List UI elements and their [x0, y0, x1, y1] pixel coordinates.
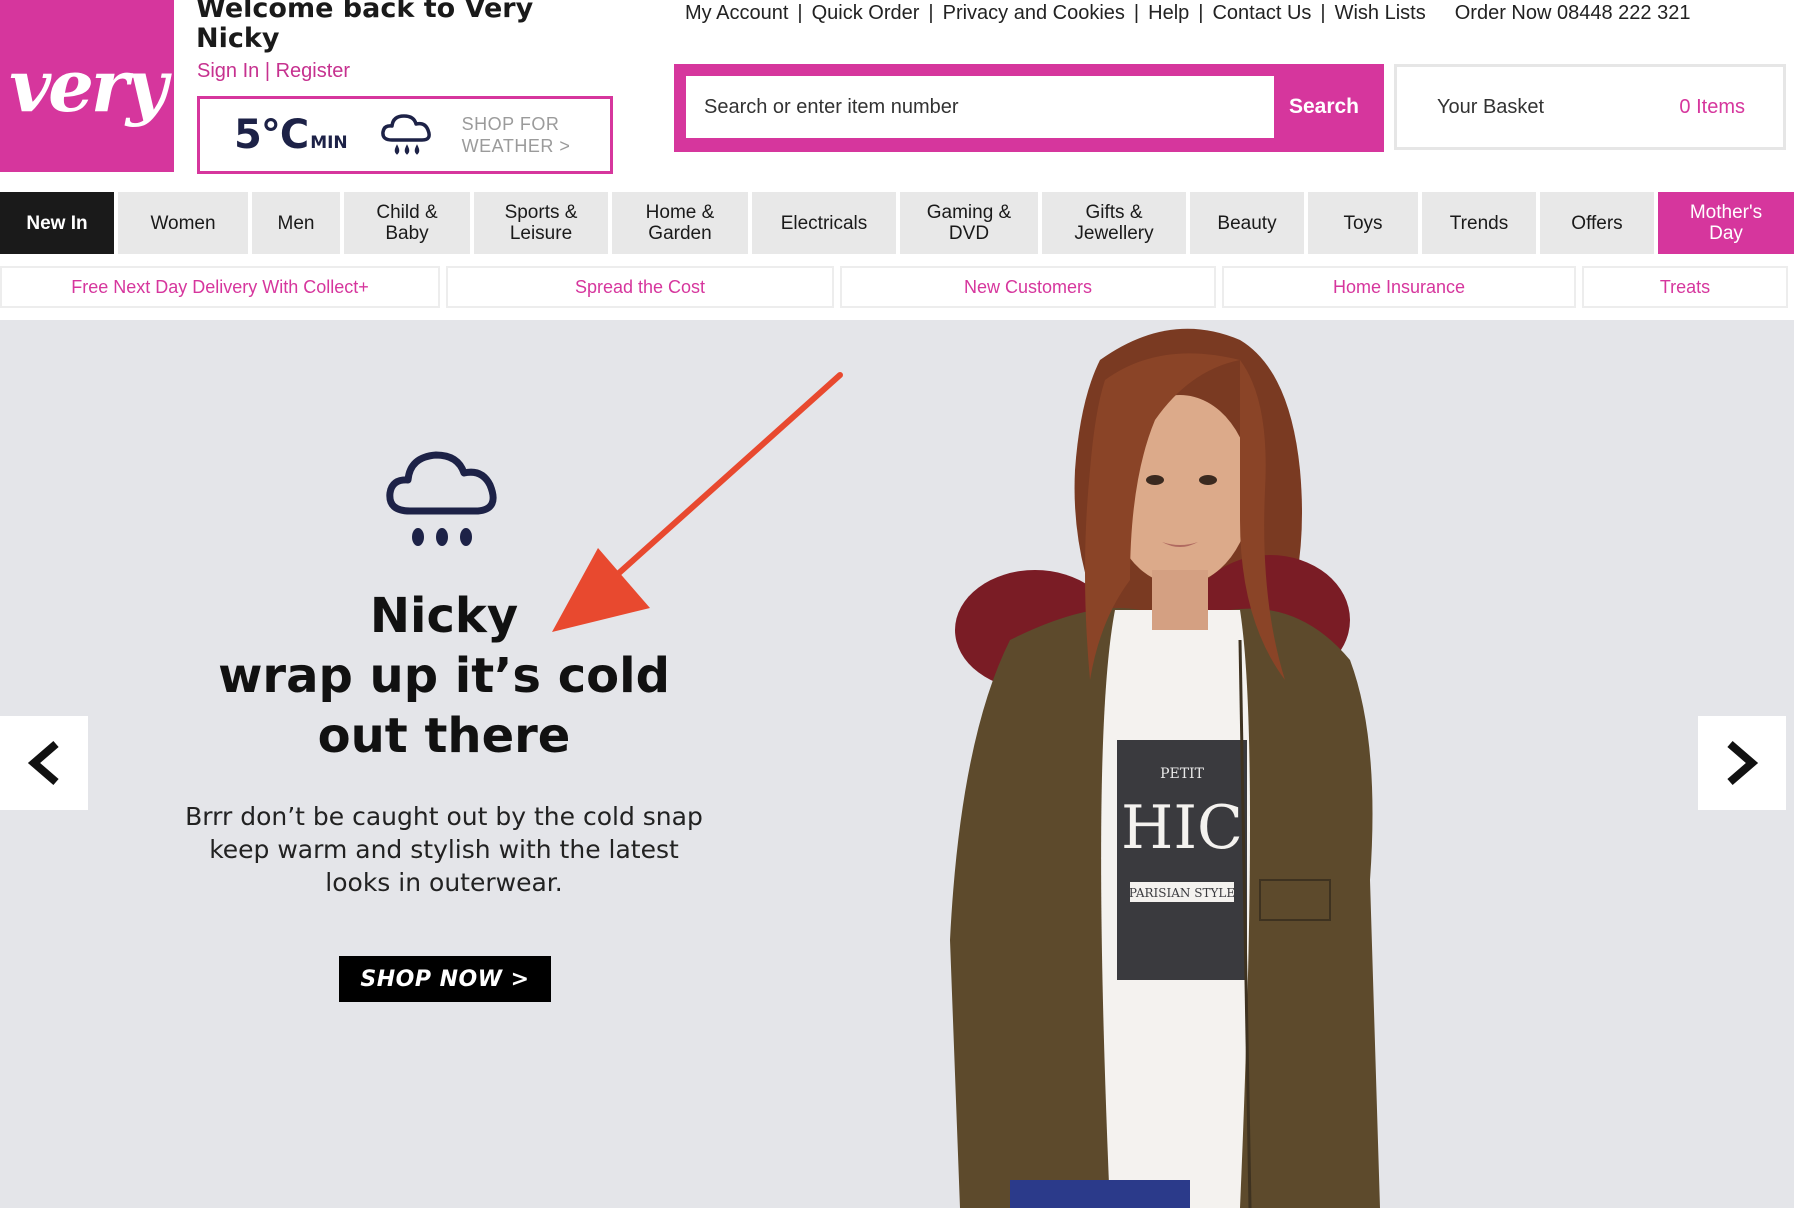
hero-body-line: Brrr don’t be caught out by the cold sna… [185, 802, 703, 831]
nav-label: Day [1709, 223, 1743, 244]
welcome-message: Welcome back to Very Nicky [196, 0, 616, 54]
promo-link-home-insurance[interactable]: Home Insurance [1222, 266, 1576, 308]
promo-bar: Free Next Day Delivery With Collect+ Spr… [0, 266, 1794, 308]
hero-headline-line: wrap up it’s cold [218, 648, 670, 704]
model-photo: PETIT HIC PARISIAN STYLE [950, 328, 1380, 1208]
basket-label: Your Basket [1437, 95, 1545, 118]
weather-cta-line: WEATHER > [461, 136, 571, 156]
hero-body-text: Brrr don’t be caught out by the cold sna… [144, 800, 744, 899]
nav-label: Home & [645, 202, 715, 223]
nav-label: Child & [376, 202, 438, 223]
hero-headline-line: Nicky [369, 588, 519, 644]
sign-in-link[interactable]: Sign In [197, 60, 259, 82]
rain-cloud-icon [386, 451, 497, 546]
nav-label: Offers [1571, 212, 1623, 234]
utility-links: My Account | Quick Order | Privacy and Coo… [676, 0, 1690, 26]
temperature-unit-label: MIN [310, 133, 348, 153]
promo-link-treats[interactable]: Treats [1582, 266, 1788, 308]
welcome-name: Nicky [196, 23, 280, 54]
chevron-left-icon [27, 740, 59, 786]
nav-label: Leisure [509, 223, 573, 244]
nav-item-home-garden[interactable]: Home & Garden [612, 192, 748, 254]
shop-for-weather-link[interactable]: SHOP FOR WEATHER > [462, 113, 571, 157]
privacy-cookies-link[interactable]: Privacy and Cookies [934, 2, 1134, 25]
quick-order-link[interactable]: Quick Order [803, 2, 929, 25]
nav-label: Electricals [780, 212, 868, 234]
search-input[interactable] [686, 76, 1274, 138]
welcome-line: Welcome back to Very [196, 0, 534, 24]
help-link[interactable]: Help [1139, 2, 1198, 25]
hero-headline-line: out there [317, 708, 571, 764]
weather-widget[interactable]: 5°C MIN SHOP FOR WEATHER > [197, 96, 613, 174]
wish-lists-link[interactable]: Wish Lists [1326, 2, 1435, 25]
register-link[interactable]: Register [276, 60, 350, 82]
nav-item-child-baby[interactable]: Child & Baby [344, 192, 470, 254]
nav-item-electricals[interactable]: Electricals [752, 192, 896, 254]
sign-in-register-links: Sign In | Register [197, 60, 350, 83]
carousel-next-button[interactable] [1698, 716, 1786, 810]
chevron-right-icon [1727, 740, 1759, 786]
nav-label: Gaming & [926, 202, 1012, 223]
carousel-prev-button[interactable] [0, 716, 88, 810]
rain-cloud-icon [380, 114, 431, 155]
nav-label: Gifts & [1085, 202, 1143, 223]
contact-us-link[interactable]: Contact Us [1203, 2, 1320, 25]
nav-label: Beauty [1217, 212, 1277, 234]
basket-count: 0 Items [1679, 95, 1745, 118]
nav-item-women[interactable]: Women [118, 192, 248, 254]
my-account-link[interactable]: My Account [676, 2, 797, 25]
nav-item-offers[interactable]: Offers [1540, 192, 1654, 254]
tshirt-print-text: HIC [1121, 793, 1243, 863]
nav-item-toys[interactable]: Toys [1308, 192, 1418, 254]
nav-label: DVD [948, 223, 990, 244]
order-phone-number: Order Now 08448 222 321 [1454, 1, 1691, 24]
nav-item-trends[interactable]: Trends [1422, 192, 1536, 254]
promo-link-free-delivery[interactable]: Free Next Day Delivery With Collect+ [0, 266, 440, 308]
nav-label: Trends [1449, 212, 1509, 234]
promo-link-spread-cost[interactable]: Spread the Cost [446, 266, 834, 308]
hero-body-line: looks in outerwear. [325, 868, 563, 897]
search-bar: Search [674, 64, 1384, 152]
nav-item-men[interactable]: Men [252, 192, 340, 254]
link-separator: | [259, 60, 276, 82]
shop-now-button[interactable]: SHOP NOW > [339, 956, 551, 1002]
nav-item-gaming-dvd[interactable]: Gaming & DVD [900, 192, 1038, 254]
nav-label: Toys [1343, 212, 1383, 234]
nav-label: New In [26, 212, 88, 234]
nav-label: Baby [385, 223, 429, 244]
very-logo[interactable]: very [0, 0, 174, 172]
nav-item-sports-leisure[interactable]: Sports & Leisure [474, 192, 608, 254]
nav-label: Women [150, 212, 216, 234]
weather-temperature: 5°C MIN [234, 112, 348, 158]
nav-label: Sports & [504, 202, 578, 223]
nav-item-beauty[interactable]: Beauty [1190, 192, 1304, 254]
nav-item-gifts-jewellery[interactable]: Gifts & Jewellery [1042, 192, 1186, 254]
weather-cta-line: SHOP FOR [461, 114, 560, 134]
tshirt-print-text: PARISIAN STYLE [1129, 886, 1235, 900]
tshirt-print-text: PETIT [1160, 766, 1205, 782]
hero-banner[interactable]: PETIT HIC PARISIAN STYLE Nicky wrap up i… [0, 320, 1794, 1208]
nav-label: Garden [648, 223, 712, 244]
basket-button[interactable]: Your Basket 0 Items [1394, 64, 1786, 150]
nav-label: Jewellery [1074, 223, 1154, 244]
hero-headline: Nicky wrap up it’s cold out there [144, 586, 744, 766]
main-navigation: New In Women Men Child & Baby Sports & Lei… [0, 192, 1794, 254]
nav-item-new-in[interactable]: New In [0, 192, 114, 254]
nav-label: Mother's [1689, 202, 1763, 223]
promo-link-new-customers[interactable]: New Customers [840, 266, 1216, 308]
nav-label: Men [277, 212, 315, 234]
nav-item-mothers-day[interactable]: Mother's Day [1658, 192, 1794, 254]
search-button[interactable]: Search [1276, 76, 1372, 138]
hero-body-line: keep warm and stylish with the latest [209, 835, 679, 864]
temperature-value: 5°C [234, 112, 309, 158]
